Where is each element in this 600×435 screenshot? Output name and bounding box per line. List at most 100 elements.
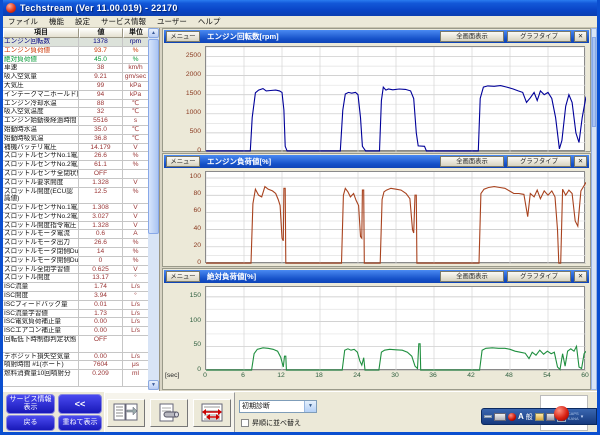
table-row[interactable]: スロットルセンサNo.2電圧3.027V [3,213,149,222]
parameter-name: インテークマニホールド圧 [3,91,79,99]
graph-type-button[interactable]: グラフタイプ [507,156,571,167]
service-info-button[interactable]: サービス情報表示 [6,394,55,414]
table-row[interactable]: 始動時吸気温36.8℃ [3,135,149,144]
fullscreen-button[interactable]: 全画面表示 [440,31,504,42]
table-row[interactable]: スロットルモータ出力26.6% [3,239,149,248]
x-tick-label: 24 [350,372,364,379]
table-row[interactable]: 絶対負荷値45.0% [3,56,149,65]
table-row[interactable]: スロットル要求開度1.328V [3,179,149,188]
collapse-button[interactable]: << [58,394,102,414]
table-row[interactable]: スロットルモータ閉側Duty比14% [3,248,149,257]
parameter-unit: % [123,248,149,256]
parameter-name: 車速 [3,64,79,72]
conversion-mode-general[interactable]: 般 [526,412,533,422]
diagnosis-mode-select[interactable]: 初期診断 ▼ [239,400,317,413]
table-row[interactable]: ISC開度3.94° [3,292,149,301]
options-chevron-icon[interactable]: ▾ [581,414,584,420]
table-row[interactable]: 補機バッテリ電圧14.179V [3,144,149,153]
table-row[interactable]: スロットル開度(ECU認識値)12.5% [3,188,149,205]
scrollbar-thumb[interactable] [592,37,596,127]
parameter-value: 61.1 [79,161,123,169]
window-title: Techstream (Ver 11.00.019) - 22170 [20,3,178,13]
sort-ascending-checkbox[interactable] [241,419,249,427]
table-row[interactable]: 大気圧99kPa [3,82,149,91]
menu-item[interactable]: 設定 [75,16,90,27]
menu-bar: ファイル機能設定サービス情報ユーザーヘルプ [3,16,597,28]
menu-item[interactable]: 機能 [49,16,64,27]
chart-menu-button[interactable]: メニュー [166,156,200,167]
table-row[interactable]: 吸入空気温度32℃ [3,108,149,117]
table-row[interactable]: ISC流量1.74L/s [3,283,149,292]
scrollbar-thumb[interactable] [148,39,159,234]
fullscreen-button[interactable]: 全画面表示 [440,156,504,167]
table-row[interactable]: スロットルセンサNo.1電圧比26.6% [3,152,149,161]
charts-scrollbar[interactable] [591,28,597,390]
column-header-unit[interactable]: 単位 [123,28,149,38]
keyboard-icon[interactable] [494,413,506,421]
report-view-button[interactable] [150,399,188,427]
graph-type-button[interactable]: グラフタイプ [507,271,571,282]
column-header-item[interactable]: 項目 [3,28,79,38]
fullscreen-button[interactable]: 全画面表示 [440,271,504,282]
ime-pad-icon[interactable] [535,413,544,421]
chart-menu-button[interactable]: メニュー [166,271,200,282]
parameter-unit: L/s [123,301,149,309]
menu-item[interactable]: ファイル [8,16,38,27]
chart-title: エンジン負荷値[%] [203,156,437,167]
overlay-display-button[interactable]: 重ねて表示 [58,415,102,431]
close-icon[interactable]: ✕ [574,156,587,167]
back-button[interactable]: 戻る [6,415,55,431]
y-tick-label: 100 [163,173,201,181]
chart-title: エンジン回転数[rpm] [203,31,437,42]
y-tick-label: 2000 [163,71,201,79]
graph-type-button[interactable]: グラフタイプ [507,31,571,42]
minimize-icon[interactable] [484,415,492,418]
swap-columns-button[interactable] [193,399,231,427]
parameter-value: 0.00 [79,327,123,335]
scroll-up-icon[interactable]: ▲ [148,28,159,38]
table-row[interactable]: 車速38km/h [3,64,149,73]
table-row[interactable]: デポジット損失空気量0.00L/s [3,353,149,362]
table-row[interactable]: エンジン冷却水温88℃ [3,100,149,109]
table-row[interactable]: エンジン負荷値93.7% [3,47,149,56]
table-row[interactable]: 回転低下時制御判定状態OFF [3,336,149,353]
ime-icon[interactable] [508,413,516,421]
chevron-down-icon[interactable]: ▼ [304,401,316,412]
table-row[interactable]: スロットル開度13.17° [3,274,149,283]
x-tick-label: 36 [426,372,440,379]
menu-item[interactable]: ヘルプ [198,16,221,27]
table-row[interactable]: スロットルセンサ全閉状態OFF [3,170,149,179]
table-row[interactable]: エンジン回転数1378rpm [3,38,149,47]
table-row[interactable]: スロットルセンサNo.1電圧1.308V [3,204,149,213]
table-row[interactable]: ISCエアコン補正量0.00L/s [3,327,149,336]
table-row[interactable]: ISCフィードバック量0.01L/s [3,301,149,310]
table-row[interactable]: スロットル開度指令電圧1.328V [3,222,149,231]
table-row[interactable]: スロットルセンサNo.2電圧比61.1% [3,161,149,170]
list-view-button[interactable] [107,399,145,427]
table-scrollbar[interactable]: ▲ ▼ [148,28,159,390]
table-row[interactable]: スロットル全閉学習値0.625V [3,266,149,275]
close-icon[interactable]: ✕ [574,271,587,282]
table-row[interactable]: 噴射時間 #1(ポート)7604μs [3,361,149,370]
parameter-value: 93.7 [79,47,123,55]
table-row[interactable]: 始動時水温35.0℃ [3,126,149,135]
chart-titlebar: メニューエンジン回転数[rpm]全画面表示グラフタイプ✕ [164,30,589,43]
y-tick-label: 60 [163,207,201,215]
table-row[interactable]: 吸入空気量9.21gm/sec [3,73,149,82]
table-row[interactable]: スロットルモータ電流0.6A [3,230,149,239]
parameter-unit: kPa [123,91,149,99]
table-row[interactable]: インテークマニホールド圧94kPa [3,91,149,100]
scroll-down-icon[interactable]: ▼ [148,380,159,390]
menu-item[interactable]: サービス情報 [101,16,146,27]
table-row[interactable]: スロットルモータ開側Duty比0% [3,257,149,266]
input-mode-alpha[interactable]: A [518,412,524,421]
table-row[interactable]: エンジン始動後経過時間5516s [3,117,149,126]
column-header-value[interactable]: 値 [79,28,123,38]
table-row[interactable]: ISC電気負荷補正量0.00L/s [3,318,149,327]
menu-item[interactable]: ユーザー [157,16,187,27]
table-row[interactable]: 燃料消費量10回噴射分0.209ml [3,370,149,387]
close-icon[interactable]: ✕ [574,31,587,42]
chart-menu-button[interactable]: メニュー [166,31,200,42]
table-row[interactable]: ISC流量学習値1.73L/s [3,310,149,319]
parameter-value: 99 [79,82,123,90]
